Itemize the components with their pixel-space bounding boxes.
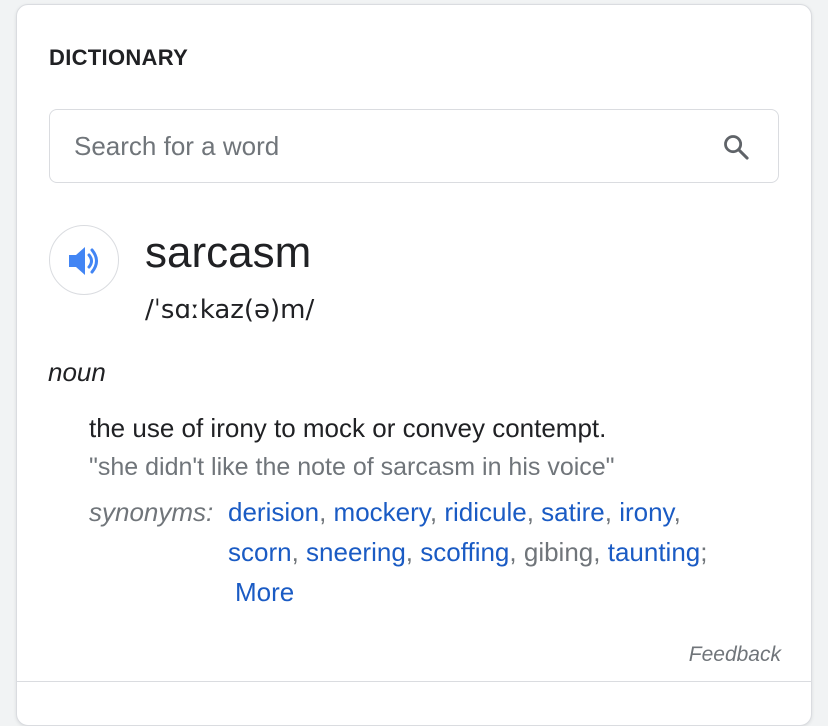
phonetic-spelling: /ˈsɑːkaz(ə)m/ xyxy=(145,295,315,325)
synonym-link[interactable]: sneering xyxy=(306,537,406,567)
part-of-speech: noun xyxy=(48,357,106,387)
synonym-link[interactable]: scoffing xyxy=(420,537,509,567)
separator: , xyxy=(673,497,681,527)
search-input[interactable] xyxy=(74,110,674,182)
separator: , xyxy=(429,497,438,527)
synonym-link[interactable]: scorn xyxy=(228,537,292,567)
separator: ; xyxy=(700,537,708,567)
dictionary-card: DICTIONARY sarcasm /ˈsɑːkaz(ə)m/ noun th… xyxy=(16,4,812,726)
divider xyxy=(17,681,811,682)
example-sentence: "she didn't like the note of sarcasm in … xyxy=(89,453,615,481)
speaker-icon xyxy=(69,247,98,275)
separator: , xyxy=(319,497,327,527)
synonyms-line-2: scorn, sneering, scoffing, gibing, taunt… xyxy=(228,532,708,572)
search-box[interactable] xyxy=(49,109,779,183)
separator: , xyxy=(405,537,414,567)
separator: , xyxy=(593,537,601,567)
card-title: DICTIONARY xyxy=(49,45,189,70)
synonym-link[interactable]: irony xyxy=(619,497,673,527)
synonym-link[interactable]: derision xyxy=(228,497,319,527)
synonym-link[interactable]: satire xyxy=(541,497,605,527)
feedback-link[interactable]: Feedback xyxy=(689,643,781,667)
synonyms-line-1: derision, mockery, ridicule, satire, iro… xyxy=(228,492,681,532)
synonym-link[interactable]: taunting xyxy=(608,537,701,567)
synonym-text: gibing xyxy=(523,537,594,567)
separator: , xyxy=(509,537,517,567)
more-synonyms-link[interactable]: More xyxy=(235,572,294,612)
search-icon[interactable] xyxy=(722,133,750,161)
definition-text: the use of irony to mock or convey conte… xyxy=(89,413,607,443)
separator: , xyxy=(604,497,612,527)
synonyms-label: synonyms: xyxy=(89,497,214,527)
headword: sarcasm xyxy=(145,228,312,277)
synonym-link[interactable]: ridicule xyxy=(444,497,526,527)
separator: , xyxy=(291,537,299,567)
pronunciation-button[interactable] xyxy=(49,225,119,295)
synonym-link[interactable]: mockery xyxy=(334,497,430,527)
separator: , xyxy=(526,497,534,527)
